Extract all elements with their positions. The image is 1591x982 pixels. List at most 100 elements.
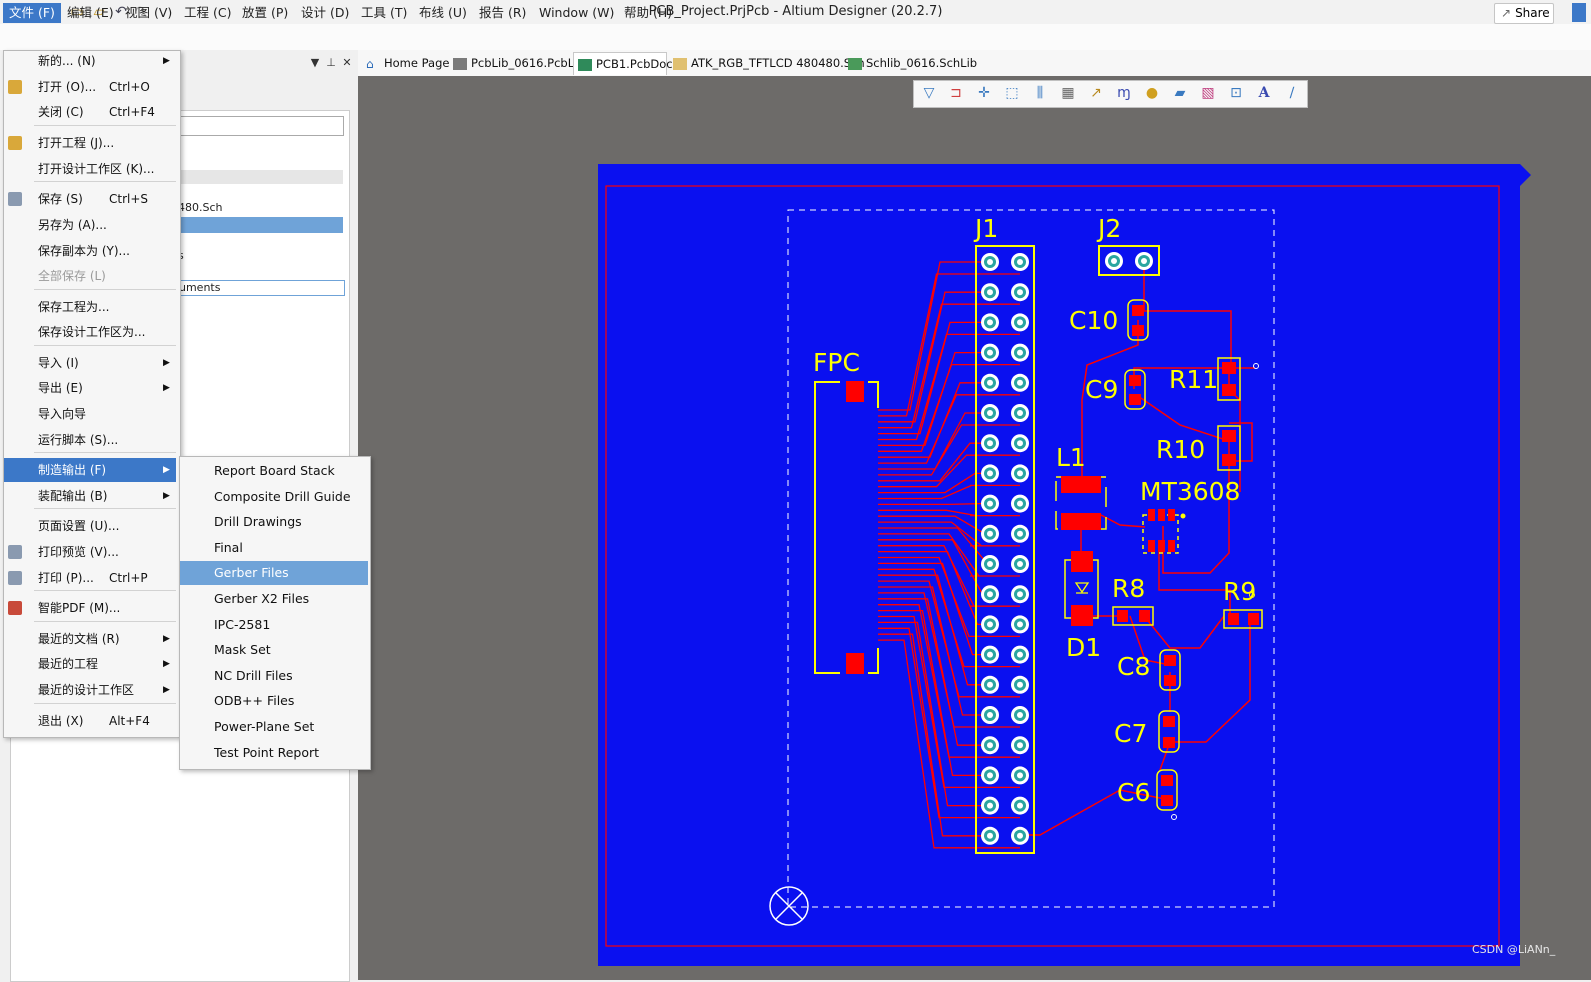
l1-pad-1 — [1061, 476, 1101, 493]
th-pad-hole — [1017, 651, 1023, 658]
file-menu-item[interactable]: 打开 (O)... Ctrl+O — [4, 75, 176, 99]
file-menu-item-label: 运行脚本 (S)... — [38, 433, 119, 447]
fabrication-submenu-item[interactable]: Power-Plane Set — [180, 715, 368, 739]
fabrication-submenu-item[interactable]: NC Drill Files — [180, 664, 368, 688]
fabrication-submenu-item[interactable]: Final — [180, 536, 368, 560]
file-menu-item-label: 打开工程 (J)... — [38, 136, 115, 150]
file-menu-item[interactable]: 新的... (N) ▶ — [4, 49, 176, 73]
select-area-icon[interactable]: ⬚ — [1003, 84, 1021, 102]
text-icon[interactable]: A — [1255, 84, 1273, 102]
designator-j1: J1 — [973, 214, 998, 243]
via-icon[interactable]: ● — [1143, 84, 1161, 102]
th-pad-hole — [987, 742, 993, 749]
menu-separator — [34, 508, 176, 509]
file-menu-item[interactable]: 打印 (P)... Ctrl+P — [4, 566, 176, 590]
keepout-icon[interactable]: ▧ — [1199, 84, 1217, 102]
fabrication-submenu-item-label: NC Drill Files — [214, 667, 293, 683]
file-menu-item[interactable]: 保存 (S) Ctrl+S — [4, 187, 176, 211]
th-pad-hole — [987, 440, 993, 447]
file-menu-item[interactable]: 导入向导 — [4, 402, 176, 426]
file-menu-item[interactable]: 最近的工程 ▶ — [4, 652, 176, 676]
c10-pad-1 — [1132, 305, 1144, 316]
file-menu-item[interactable]: 最近的设计工作区 ▶ — [4, 678, 176, 702]
th-pad-hole — [1017, 349, 1023, 356]
fabrication-submenu-item-label: Mask Set — [214, 642, 271, 658]
fabrication-submenu-item[interactable]: Gerber X2 Files — [180, 587, 368, 611]
file-menu-item-shortcut: Ctrl+S — [109, 192, 149, 206]
fabrication-submenu-item[interactable]: Composite Drill Guide — [180, 485, 368, 509]
th-pad-hole — [1017, 561, 1023, 567]
file-menu-item[interactable]: 导入 (I) ▶ — [4, 351, 176, 375]
menu-separator — [34, 621, 176, 622]
file-menu-item[interactable]: 页面设置 (U)... — [4, 514, 176, 538]
file-menu-item-label: 打开设计工作区 (K)... — [38, 162, 155, 176]
file-menu-item-label: 退出 (X) — [38, 714, 84, 728]
component-icon[interactable]: ▦ — [1059, 84, 1077, 102]
file-menu-item[interactable]: 打开设计工作区 (K)... — [4, 157, 176, 181]
move-icon[interactable]: ✛ — [975, 84, 993, 102]
fabrication-submenu-item[interactable]: Gerber Files — [180, 561, 368, 586]
th-pad-hole — [987, 591, 993, 598]
file-menu-item-label: 打印预览 (V)... — [38, 545, 119, 559]
r8-pad-1 — [1117, 610, 1128, 622]
save-icon — [8, 192, 22, 206]
c6-pad-2 — [1161, 795, 1173, 806]
file-menu-item-label: 制造输出 (F) — [38, 463, 107, 477]
fabrication-submenu-item[interactable]: Report Board Stack — [180, 459, 368, 483]
fabrication-submenu-item-label: IPC-2581 — [214, 616, 271, 632]
file-menu-item[interactable]: 最近的文档 (R) ▶ — [4, 627, 176, 651]
designator-d1: D1 — [1066, 633, 1101, 662]
d1-pad-2 — [1071, 605, 1093, 626]
designator-r9: R9 — [1223, 577, 1256, 606]
select-icon[interactable]: ⊐ — [947, 84, 965, 102]
th-pad-hole — [987, 470, 993, 477]
route-icon[interactable]: ↗ — [1087, 84, 1105, 102]
th-pad-hole — [1017, 742, 1023, 749]
file-menu-item[interactable]: 打开工程 (J)... — [4, 131, 176, 155]
file-menu-item[interactable]: 全部保存 (L) — [4, 264, 176, 288]
fabrication-submenu-item-label: Composite Drill Guide — [214, 488, 351, 504]
submenu-arrow-icon: ▶ — [163, 659, 170, 669]
submenu-arrow-icon: ▶ — [163, 358, 170, 368]
file-menu-item[interactable]: 关闭 (C) Ctrl+F4 — [4, 100, 176, 124]
file-menu-item-label: 导入 (I) — [38, 356, 79, 370]
fabrication-submenu-item[interactable]: ODB++ Files — [180, 689, 368, 713]
file-menu-item[interactable]: 保存工程为... — [4, 295, 176, 319]
file-menu-item[interactable]: 退出 (X) Alt+F4 — [4, 709, 176, 733]
fabrication-submenu-item-label: ODB++ Files — [214, 693, 295, 709]
submenu-arrow-icon: ▶ — [163, 383, 170, 393]
mt3608-pad — [1168, 509, 1175, 521]
file-menu-item[interactable]: 运行脚本 (S)... — [4, 428, 176, 452]
file-menu-item[interactable]: 装配输出 (B) ▶ — [4, 484, 176, 508]
file-menu-item-label: 页面设置 (U)... — [38, 519, 120, 533]
line-icon[interactable]: ∕ — [1283, 84, 1301, 102]
designator-l1: L1 — [1056, 443, 1086, 472]
th-pad-hole — [987, 712, 993, 718]
dimension-icon[interactable]: ⊡ — [1227, 84, 1245, 102]
fabrication-submenu-item[interactable]: Test Point Report — [180, 741, 368, 765]
c8-pad-2 — [1164, 675, 1176, 686]
fabrication-submenu-item-label: Gerber Files — [214, 565, 289, 581]
fabrication-submenu-item[interactable]: Mask Set — [180, 638, 368, 662]
filter-icon[interactable]: ▽ — [920, 84, 938, 102]
fabrication-submenu-item[interactable]: IPC-2581 — [180, 613, 368, 637]
designator-r8: R8 — [1112, 574, 1145, 603]
th-pad-hole — [987, 259, 993, 265]
mt3608-pin1-dot — [1180, 513, 1186, 519]
file-menu-item-label: 最近的设计工作区 — [38, 683, 135, 697]
file-menu-item[interactable]: 制造输出 (F) ▶ — [4, 458, 176, 482]
file-menu-item-shortcut: Ctrl+F4 — [109, 105, 155, 119]
file-menu-item[interactable]: 导出 (E) ▶ — [4, 376, 176, 400]
file-menu-item[interactable]: 保存设计工作区为... — [4, 320, 176, 344]
file-menu-item[interactable]: 打印预览 (V)... — [4, 540, 176, 564]
align-icon[interactable]: ⫼ — [1031, 84, 1049, 102]
diff-pair-icon[interactable]: ɱ — [1115, 84, 1133, 102]
fabrication-submenu-item[interactable]: Drill Drawings — [180, 510, 368, 534]
file-menu-item[interactable]: 另存为 (A)... — [4, 213, 176, 237]
fill-icon[interactable]: ▰ — [1171, 84, 1189, 102]
file-menu-item-label: 装配输出 (B) — [38, 489, 108, 503]
file-menu-item[interactable]: 智能PDF (M)... — [4, 596, 176, 620]
file-menu-item-shortcut: Ctrl+P — [109, 571, 148, 585]
file-menu-item[interactable]: 保存副本为 (Y)... — [4, 239, 176, 263]
file-menu-item-label: 打印 (P)... — [38, 571, 94, 585]
